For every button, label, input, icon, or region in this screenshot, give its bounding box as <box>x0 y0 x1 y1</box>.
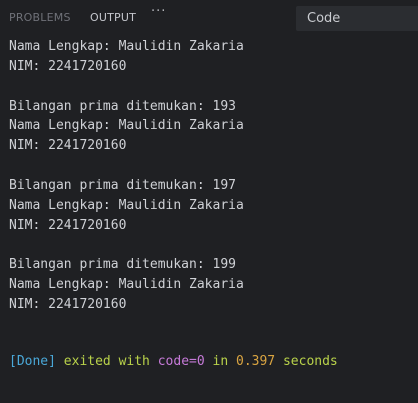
done-tag: [Done] <box>9 354 56 369</box>
panel-tab-bar: PROBLEMS OUTPUT ··· Code <box>0 0 418 34</box>
output-line: NIM: 2241720160 <box>9 58 127 74</box>
exit-code: code=0 <box>157 354 205 369</box>
output-line: Nama Lengkap: Maulidin Zakaria <box>9 39 244 54</box>
run-duration: 0.397 <box>236 354 276 369</box>
output-channel-select[interactable]: Code <box>296 6 418 31</box>
output-line: NIM: 2241720160 <box>9 296 127 312</box>
tab-output[interactable]: OUTPUT <box>90 11 136 24</box>
output-line: Bilangan prima ditemukan: 197 <box>9 177 236 193</box>
output-line: Nama Lengkap: Maulidin Zakaria <box>9 118 244 134</box>
output-line: Bilangan prima ditemukan: 193 <box>9 98 236 114</box>
output-channel-value: Code <box>307 11 341 26</box>
output-line: Nama Lengkap: Maulidin Zakaria <box>9 197 244 213</box>
done-text-exited: exited with <box>55 354 158 369</box>
done-text-seconds: seconds <box>275 354 338 369</box>
output-line: Bilangan prima ditemukan: 199 <box>9 257 236 273</box>
more-actions-icon[interactable]: ··· <box>151 5 166 19</box>
output-log[interactable]: Nama Lengkap: Maulidin Zakaria NIM: 22417… <box>9 37 414 397</box>
output-panel: PROBLEMS OUTPUT ··· Code Nama Lengkap: M… <box>0 0 418 403</box>
done-status-line: [Done] exited with code=0 in 0.397 secon… <box>9 352 338 371</box>
output-line: Nama Lengkap: Maulidin Zakaria <box>9 277 244 293</box>
output-line: NIM: 2241720160 <box>9 217 127 233</box>
done-text-in: in <box>204 354 236 369</box>
output-line: NIM: 2241720160 <box>9 138 127 154</box>
tab-problems[interactable]: PROBLEMS <box>9 11 71 24</box>
